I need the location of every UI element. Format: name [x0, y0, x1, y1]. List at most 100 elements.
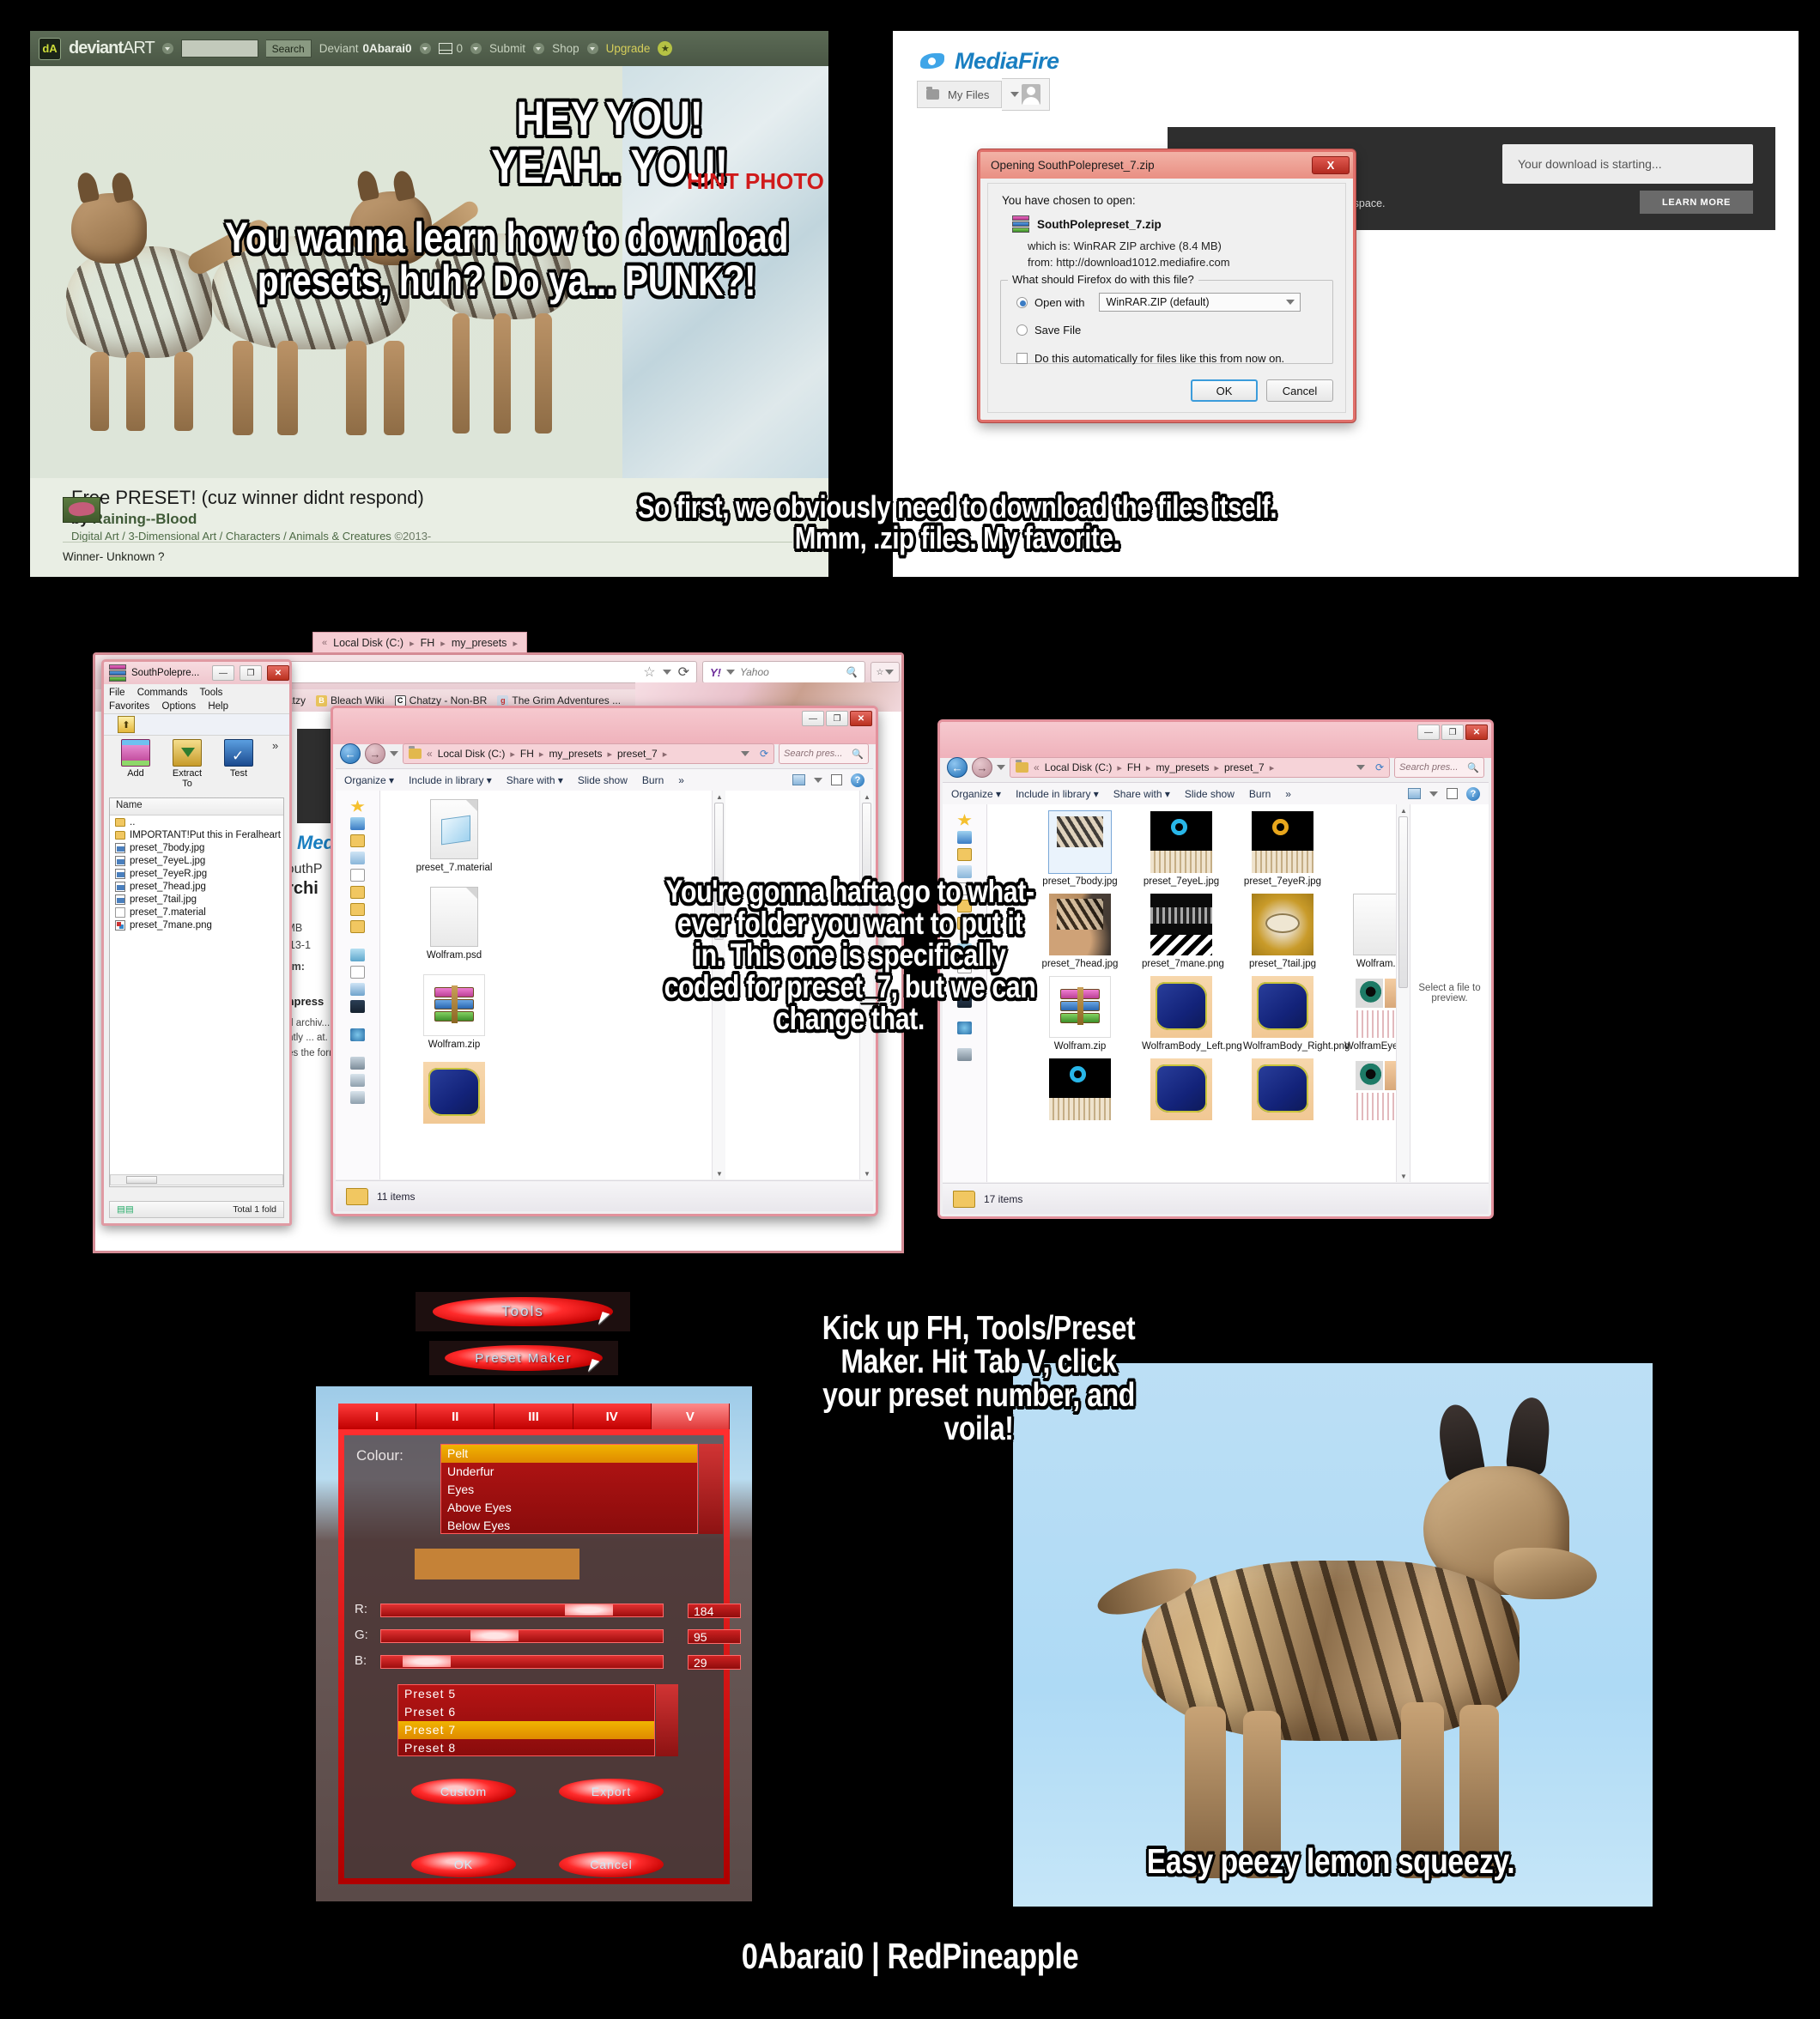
slider-knob[interactable]: [470, 1630, 519, 1641]
test-button[interactable]: Test: [219, 739, 258, 779]
list-item[interactable]: preset_7body.jpg: [1040, 810, 1119, 888]
star-icon[interactable]: ★: [658, 41, 673, 56]
chevron-down-icon[interactable]: [390, 751, 398, 756]
breadcrumb-item-2[interactable]: my_presets: [549, 748, 602, 760]
list-item[interactable]: preset_7.material: [415, 799, 494, 875]
bookmarks-menu-button[interactable]: ☆: [871, 662, 900, 682]
breadcrumb-item-1[interactable]: FH: [421, 637, 435, 649]
back-button[interactable]: ←: [947, 757, 968, 778]
slide-show-button[interactable]: Slide show: [578, 774, 628, 786]
list-item[interactable]: WolframBody_Right.png: [1243, 976, 1350, 1053]
breadcrumb-item-3[interactable]: preset_7: [1224, 761, 1265, 773]
export-button[interactable]: Export: [559, 1779, 664, 1804]
colour-option-eyes[interactable]: Eyes: [441, 1481, 697, 1499]
back-button[interactable]: ←: [340, 743, 361, 764]
vertical-scrollbar-outer[interactable]: ▲ ▼: [859, 791, 873, 1179]
list-item[interactable]: preset_7body.jpg: [110, 841, 283, 854]
fh-preset-maker-button[interactable]: Preset Maker: [429, 1341, 618, 1375]
fh-tools-button[interactable]: Tools: [416, 1292, 630, 1331]
vertical-scrollbar[interactable]: ▲ ▼: [712, 791, 725, 1179]
minimize-button[interactable]: —: [212, 665, 234, 681]
breadcrumb-item-2[interactable]: my_presets: [452, 637, 507, 649]
preset-option-7[interactable]: Preset 7: [398, 1721, 654, 1739]
scrollbar-thumb[interactable]: [1398, 816, 1408, 988]
overflow-chevron-icon[interactable]: »: [272, 739, 278, 752]
menu-favorites[interactable]: Favorites: [109, 701, 149, 712]
list-item[interactable]: preset_7mane.png: [110, 919, 283, 931]
cancel-button[interactable]: Cancel: [559, 1852, 664, 1877]
list-item[interactable]: preset_7eyeR.jpg: [110, 867, 283, 880]
help-icon[interactable]: ?: [1466, 786, 1480, 801]
preset-option-6[interactable]: Preset 6: [398, 1703, 654, 1721]
auto-row[interactable]: Do this automatically for files like thi…: [1016, 352, 1332, 365]
nav-messages[interactable]: 0: [438, 42, 463, 55]
column-header-name[interactable]: Name: [110, 798, 283, 815]
extract-to-button[interactable]: Extract To: [167, 739, 207, 789]
reload-icon[interactable]: ⟳: [678, 664, 689, 681]
burn-button[interactable]: Burn: [642, 774, 664, 786]
list-item[interactable]: [1142, 1058, 1221, 1124]
breadcrumb-item-0[interactable]: Local Disk (C:): [438, 748, 506, 760]
explorer-file-area[interactable]: preset_7body.jpg preset_7eyeL.jpg preset…: [987, 804, 1489, 1182]
chevron-down-icon[interactable]: [470, 43, 482, 54]
breadcrumb-item-0[interactable]: Local Disk (C:): [333, 637, 403, 649]
open-with-radio[interactable]: [1016, 296, 1028, 308]
ok-button[interactable]: OK: [411, 1852, 516, 1877]
deviantart-logo-icon[interactable]: dA: [39, 37, 61, 60]
maximize-button[interactable]: ❐: [826, 711, 848, 726]
colour-option-below-eyes[interactable]: Below Eyes: [441, 1517, 697, 1535]
colour-target-list[interactable]: Pelt Underfur Eyes Above Eyes Below Eyes: [440, 1444, 698, 1534]
nav-submit[interactable]: Submit: [489, 42, 525, 55]
search-button[interactable]: Search: [265, 39, 312, 58]
menu-tools[interactable]: Tools: [200, 688, 223, 698]
nav-deviant[interactable]: Deviant 0Abarai0: [319, 42, 412, 55]
breadcrumb-item-1[interactable]: FH: [1127, 761, 1141, 773]
list-item[interactable]: IMPORTANT!Put this in Feralheart: [110, 828, 283, 841]
list-item[interactable]: preset_7head.jpg: [110, 880, 283, 893]
list-item[interactable]: preset_7eyeL.jpg: [110, 854, 283, 867]
minimize-button[interactable]: —: [1417, 725, 1440, 740]
list-item[interactable]: preset_7eyeL.jpg: [1142, 811, 1221, 888]
list-item[interactable]: [1243, 1058, 1322, 1124]
account-menu[interactable]: [1002, 78, 1051, 111]
search-icon[interactable]: 🔍: [845, 666, 858, 678]
tab-ii[interactable]: II: [416, 1404, 495, 1429]
burn-button[interactable]: Burn: [1249, 788, 1271, 800]
close-button[interactable]: ✕: [1465, 725, 1488, 740]
list-item[interactable]: preset_7mane.png: [1142, 894, 1224, 971]
slider-track[interactable]: [380, 1604, 664, 1617]
breadcrumb[interactable]: « Local Disk (C:) ▸ FH ▸ my_presets ▸ prese…: [403, 743, 774, 764]
open-with-row[interactable]: Open with WinRAR.ZIP (default): [1016, 293, 1332, 312]
list-item[interactable]: Wolfram.psd: [415, 887, 494, 962]
close-button[interactable]: ✕: [850, 711, 872, 726]
scroll-up-icon[interactable]: ▲: [715, 792, 724, 801]
tab-i[interactable]: I: [338, 1404, 417, 1429]
open-with-select[interactable]: WinRAR.ZIP (default): [1098, 293, 1301, 312]
nav-upgrade[interactable]: Upgrade: [606, 42, 651, 55]
forward-button[interactable]: →: [365, 743, 385, 764]
list-item[interactable]: WolframBody_Left.png: [1142, 976, 1242, 1053]
cancel-button[interactable]: Cancel: [1266, 379, 1333, 402]
breadcrumb-item-3[interactable]: preset_7: [617, 748, 658, 760]
view-icon[interactable]: [1408, 788, 1421, 799]
list-item[interactable]: [1040, 1058, 1119, 1124]
breadcrumb-item-2[interactable]: my_presets: [1156, 761, 1209, 773]
mediafire-logo[interactable]: MediaFire: [917, 48, 1059, 75]
slider-knob[interactable]: [565, 1604, 613, 1616]
include-in-library-button[interactable]: Include in library ▾: [1016, 788, 1099, 800]
slider-track[interactable]: [380, 1629, 664, 1643]
slide-show-button[interactable]: Slide show: [1185, 788, 1235, 800]
tab-iii[interactable]: III: [494, 1404, 573, 1429]
bookmark-star-icon[interactable]: ☆: [643, 664, 655, 681]
view-icon[interactable]: [792, 774, 805, 785]
chevron-down-icon[interactable]: [1429, 791, 1438, 797]
organize-button[interactable]: Organize ▾: [951, 788, 1001, 800]
my-files-tab[interactable]: My Files: [917, 81, 1003, 108]
deviation-categories[interactable]: Digital Art / 3-Dimensional Art / Charac…: [71, 530, 828, 543]
horizontal-scrollbar[interactable]: [110, 1174, 283, 1185]
refresh-icon[interactable]: ⟳: [1375, 761, 1384, 773]
bookmark-item[interactable]: C Chatzy - Non-BR: [394, 694, 487, 706]
scroll-up-icon[interactable]: ▲: [863, 792, 871, 801]
colour-option-underfur[interactable]: Underfur: [441, 1463, 697, 1481]
custom-button[interactable]: Custom: [411, 1779, 516, 1804]
